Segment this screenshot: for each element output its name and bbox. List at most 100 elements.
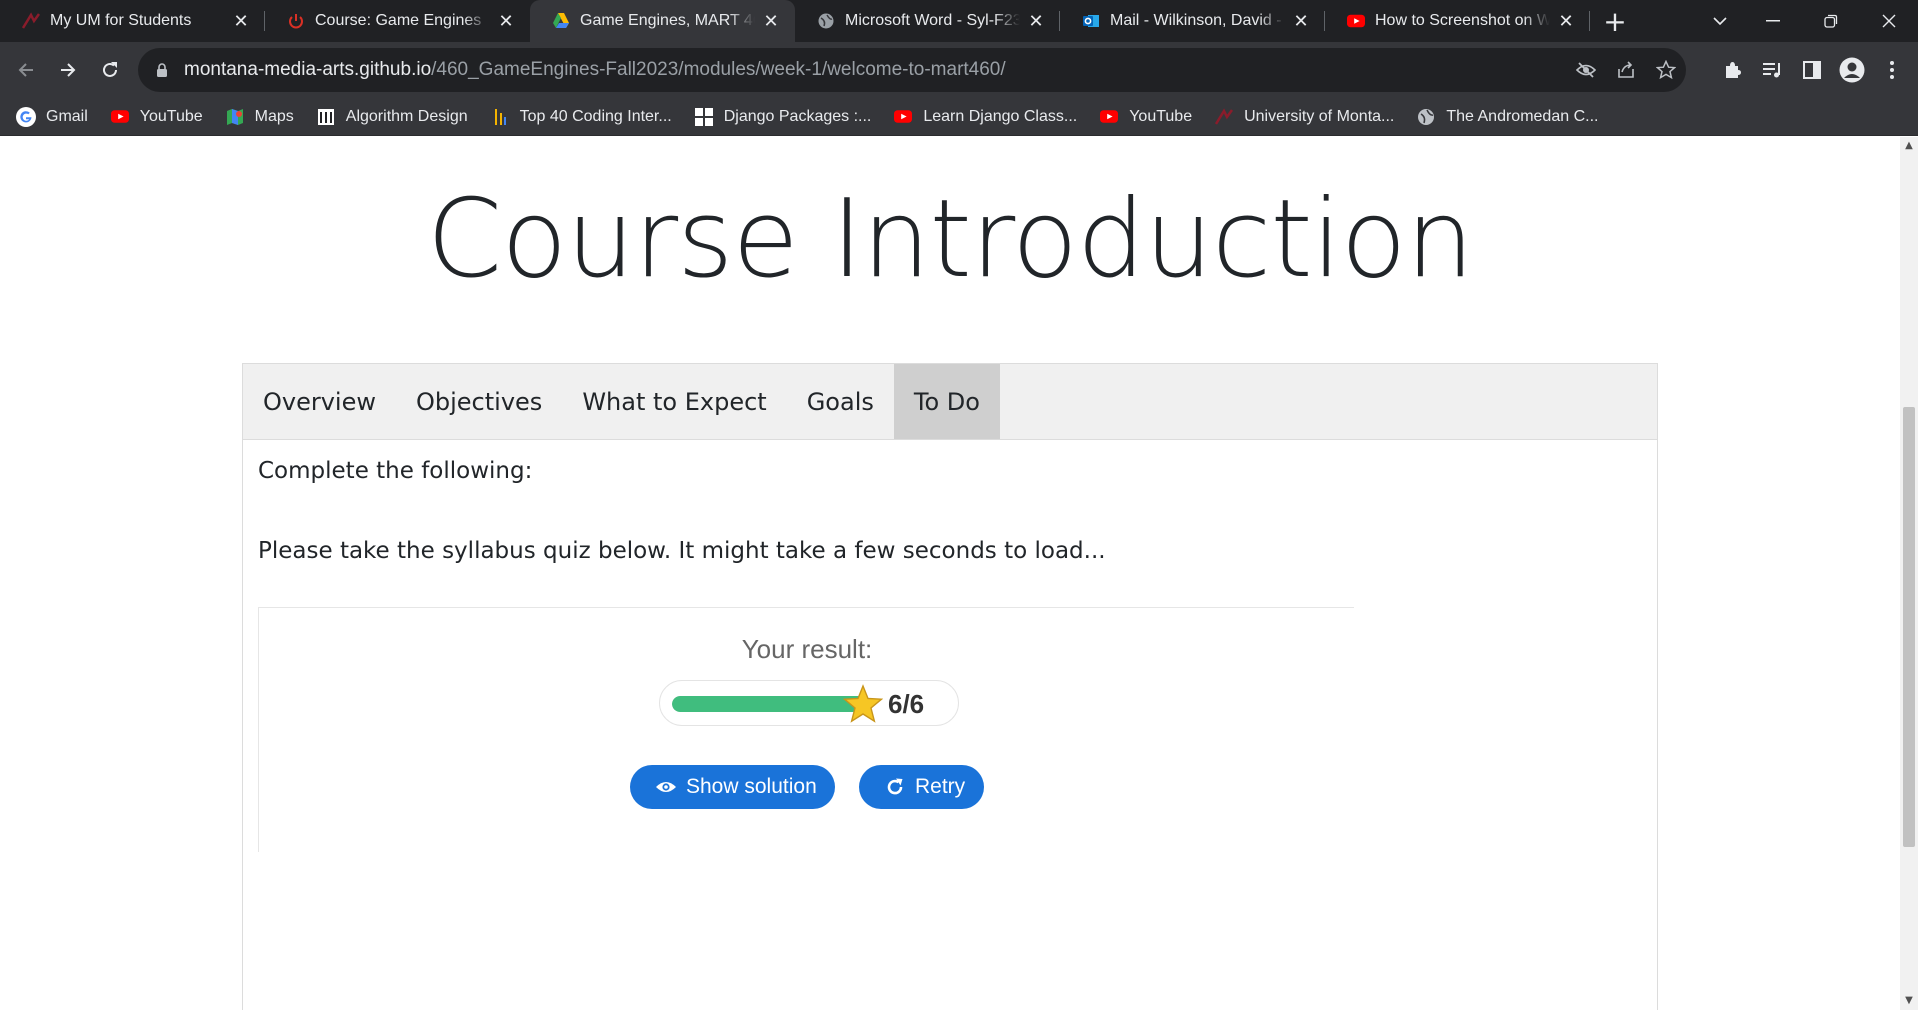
bookmarks-bar: Gmail YouTube Maps Algorithm Design Top … bbox=[0, 98, 1918, 136]
bars-icon bbox=[490, 107, 510, 127]
tab-close-icon[interactable]: ✕ bbox=[1291, 11, 1311, 31]
globe-icon bbox=[817, 12, 835, 30]
close-icon bbox=[1882, 14, 1896, 28]
browser-tab-mail[interactable]: Mail - Wilkinson, David - O ✕ bbox=[1060, 0, 1325, 42]
bookmark-top-40-coding[interactable]: Top 40 Coding Inter... bbox=[490, 107, 672, 127]
outlook-icon bbox=[1082, 12, 1100, 30]
chevron-down-icon bbox=[1713, 17, 1727, 26]
maps-icon bbox=[225, 107, 245, 127]
retry-label: Retry bbox=[915, 775, 966, 798]
tab-goals[interactable]: Goals bbox=[787, 364, 894, 439]
address-url: montana-media-arts.github.io/460_GameEng… bbox=[184, 59, 1006, 81]
score-progress-track bbox=[672, 696, 868, 712]
tab-title: Game Engines, MART 460 | bbox=[580, 12, 755, 29]
browser-tab-my-um[interactable]: My UM for Students ✕ bbox=[0, 0, 265, 42]
profile-button[interactable] bbox=[1832, 50, 1872, 90]
retry-button[interactable]: Retry bbox=[859, 765, 984, 809]
avatar-icon bbox=[1839, 57, 1865, 83]
bookmark-star-icon[interactable] bbox=[1646, 60, 1686, 80]
browser-tab-course-game-engines[interactable]: Course: Game Engines ✕ bbox=[265, 0, 530, 42]
um-logo-icon bbox=[22, 12, 40, 30]
scrollbar-thumb[interactable] bbox=[1903, 407, 1915, 847]
puzzle-icon bbox=[1726, 62, 1741, 78]
arrow-left-icon bbox=[18, 63, 33, 77]
media-controls-button[interactable] bbox=[1752, 50, 1792, 90]
bookmark-maps[interactable]: Maps bbox=[225, 107, 294, 127]
quiz-note-text: Please take the syllabus quiz below. It … bbox=[258, 538, 1106, 564]
page-title: Course Introduction bbox=[426, 177, 1474, 302]
eye-icon bbox=[654, 775, 678, 799]
quiz-frame: Your result: 6/6 Show solution Retry bbox=[258, 607, 1354, 852]
bookmark-django-packages[interactable]: Django Packages :... bbox=[694, 107, 871, 127]
tab-close-icon[interactable]: ✕ bbox=[496, 11, 516, 31]
back-button[interactable] bbox=[6, 50, 46, 90]
grid-icon bbox=[694, 107, 714, 127]
scroll-up-arrow-icon[interactable]: ▲ bbox=[1904, 141, 1914, 151]
arrow-right-icon bbox=[61, 63, 76, 77]
browser-tab-how-to-screenshot[interactable]: How to Screenshot on Wind ✕ bbox=[1325, 0, 1590, 42]
page-viewport: Course Introduction Overview Objectives … bbox=[0, 137, 1900, 1010]
close-window-button[interactable] bbox=[1860, 0, 1918, 42]
new-tab-button[interactable]: + bbox=[1590, 0, 1640, 42]
content-tab-nav: Overview Objectives What to Expect Goals… bbox=[243, 364, 1657, 440]
bookmark-learn-django[interactable]: Learn Django Class... bbox=[893, 107, 1077, 127]
tab-close-icon[interactable]: ✕ bbox=[1026, 11, 1046, 31]
browser-tab-game-engines-mart460[interactable]: Game Engines, MART 460 | ✕ bbox=[530, 0, 795, 42]
tab-title: Microsoft Word - Syl-F23-M bbox=[845, 12, 1020, 29]
tab-close-icon[interactable]: ✕ bbox=[231, 11, 251, 31]
tab-overview[interactable]: Overview bbox=[243, 364, 396, 439]
tab-what-to-expect[interactable]: What to Expect bbox=[562, 364, 786, 439]
reload-button[interactable] bbox=[90, 50, 130, 90]
tab-objectives[interactable]: Objectives bbox=[396, 364, 562, 439]
browser-tab-strip: My UM for Students ✕ Course: Game Engine… bbox=[0, 0, 1918, 42]
youtube-icon bbox=[893, 107, 913, 127]
minimize-button[interactable] bbox=[1744, 0, 1802, 42]
scroll-down-arrow-icon[interactable]: ▼ bbox=[1904, 996, 1914, 1006]
tab-to-do[interactable]: To Do bbox=[893, 364, 1000, 439]
tab-search-button[interactable] bbox=[1700, 0, 1740, 42]
google-drive-icon bbox=[552, 12, 570, 30]
show-solution-button[interactable]: Show solution bbox=[630, 765, 835, 809]
tab-close-icon[interactable]: ✕ bbox=[1556, 11, 1576, 31]
side-panel-icon bbox=[1803, 61, 1821, 79]
minimize-icon bbox=[1766, 20, 1780, 22]
power-icon bbox=[287, 12, 305, 30]
restore-icon bbox=[1824, 14, 1838, 28]
building-icon bbox=[316, 107, 336, 127]
share-icon[interactable] bbox=[1606, 61, 1646, 79]
page-scrollbar[interactable]: ▲ ▼ bbox=[1900, 137, 1918, 1010]
url-path: /460_GameEngines-Fall2023/modules/week-1… bbox=[431, 59, 1006, 80]
restore-button[interactable] bbox=[1802, 0, 1860, 42]
bookmark-algorithm-design[interactable]: Algorithm Design bbox=[316, 107, 468, 127]
star-icon bbox=[843, 684, 883, 723]
bookmark-university-of-montana[interactable]: University of Monta... bbox=[1214, 107, 1394, 127]
instruction-text: Complete the following: bbox=[258, 458, 533, 484]
menu-button[interactable] bbox=[1872, 50, 1912, 90]
plus-icon: + bbox=[1603, 4, 1627, 38]
retry-icon bbox=[883, 775, 907, 799]
bookmark-youtube[interactable]: YouTube bbox=[110, 107, 203, 127]
score-bar: 6/6 bbox=[659, 680, 959, 726]
reload-icon bbox=[103, 62, 117, 77]
forward-button[interactable] bbox=[48, 50, 88, 90]
side-panel-button[interactable] bbox=[1792, 50, 1832, 90]
bookmark-youtube-2[interactable]: YouTube bbox=[1099, 107, 1192, 127]
playlist-icon bbox=[1763, 63, 1780, 78]
lock-icon bbox=[152, 60, 172, 80]
bookmark-andromedan[interactable]: The Andromedan C... bbox=[1416, 107, 1598, 127]
url-host: montana-media-arts.github.io bbox=[184, 59, 432, 80]
tab-panel: Complete the following: Please take the … bbox=[243, 440, 1657, 582]
address-bar[interactable]: montana-media-arts.github.io/460_GameEng… bbox=[138, 48, 1686, 92]
eye-off-icon[interactable] bbox=[1566, 61, 1606, 79]
browser-tab-microsoft-word[interactable]: Microsoft Word - Syl-F23-M ✕ bbox=[795, 0, 1060, 42]
bookmark-gmail[interactable]: Gmail bbox=[16, 106, 88, 127]
globe-icon bbox=[1416, 107, 1436, 127]
window-controls bbox=[1744, 0, 1918, 42]
more-vertical-icon bbox=[1890, 61, 1894, 79]
tab-close-icon[interactable]: ✕ bbox=[761, 11, 781, 31]
extensions-button[interactable] bbox=[1712, 50, 1752, 90]
score-progress-fill bbox=[672, 696, 868, 712]
tab-title: Mail - Wilkinson, David - O bbox=[1110, 12, 1285, 29]
youtube-icon bbox=[1347, 12, 1365, 30]
tabs-card: Overview Objectives What to Expect Goals… bbox=[242, 363, 1658, 1010]
